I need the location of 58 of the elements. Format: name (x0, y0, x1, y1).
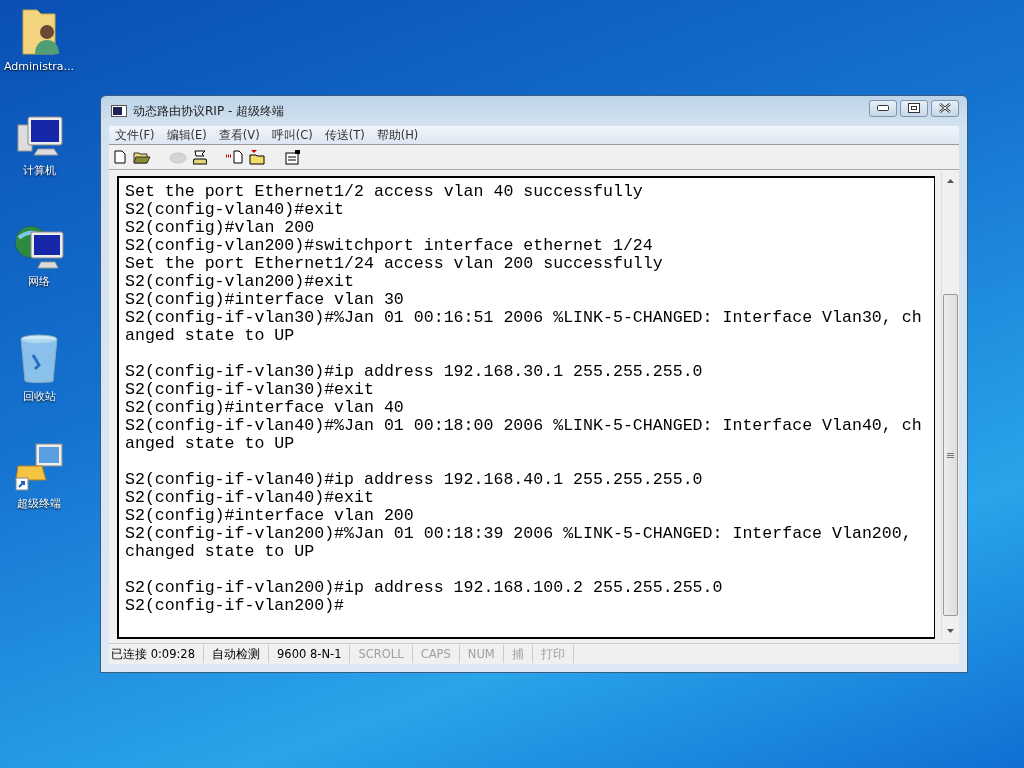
menu-item[interactable]: 编辑(E) (160, 127, 213, 143)
window-title: 动态路由协议RIP - 超级终端 (133, 102, 286, 120)
terminal-line: S2(config-if-vlan200)# (125, 597, 346, 615)
terminal-line: S2(config-vlan200)#exit (125, 273, 356, 291)
scroll-up-icon[interactable] (947, 178, 954, 183)
send-file-icon[interactable] (225, 150, 243, 164)
minimize-button[interactable] (869, 99, 897, 117)
desktop-icon-label[interactable]: 计算机 (22, 163, 56, 178)
terminal-line: S2(config-vlan40)#exit (125, 201, 346, 219)
desktop-icon-label[interactable]: 网络 (28, 274, 50, 289)
terminal-line: S2(config-if-vlan30)#ip address 192.168.30.1 255.255.255.0 (125, 363, 704, 381)
close-button[interactable] (931, 99, 959, 117)
status-bar-item: 捕 (503, 645, 533, 663)
menu-item[interactable]: 帮助(H) (370, 127, 425, 143)
status-bar-item: 已连接 0:09:28 (109, 645, 204, 663)
status-bar-item: CAPS (412, 645, 460, 663)
network-icon (13, 224, 65, 270)
terminal-line: S2(config-if-vlan40)#exit (125, 489, 375, 507)
minimize-icon (877, 105, 889, 111)
telephone-computer-icon (14, 442, 64, 492)
terminal-line: S2(config-if-vlan40)#ip address 192.168.40.1 255.255.255.0 (125, 471, 704, 489)
terminal-line: S2(config)#vlan 200 (125, 219, 316, 237)
scrollbar-thumb[interactable] (943, 294, 958, 616)
grip-icon (947, 452, 954, 458)
terminal-line: Set the port Ethernet1/24 access vlan 200 successfully (125, 255, 664, 273)
terminal-line: S2(config-vlan200)#switchport interface ethernet 1/24 (125, 237, 654, 255)
terminal-line: S2(config-if-vlan30)#%Jan 01 00:16:51 2006 %LINK-5-CHANGED: Interface Vlan30, changed state to UP (125, 309, 922, 345)
menu-item[interactable]: 文件(F) (109, 127, 161, 143)
menu-item[interactable]: 查看(V) (212, 127, 266, 143)
maximize-button[interactable] (900, 99, 928, 117)
terminal-line: S2(config-if-vlan40)#%Jan 01 00:18:00 2006 %LINK-5-CHANGED: Interface Vlan40, changed state to UP (125, 417, 922, 453)
status-bar-item: 自动检测 (204, 645, 269, 663)
terminal-line: S2(config)#interface vlan 30 (125, 291, 405, 309)
terminal-app-icon (111, 105, 127, 117)
receive-file-icon[interactable] (249, 149, 267, 165)
new-file-icon[interactable] (113, 150, 127, 164)
desktop-icon-label[interactable]: 超级终端 (17, 496, 61, 511)
status-bar-item: 打印 (532, 645, 574, 663)
terminal-line: S2(config-if-vlan200)#ip address 192.168.100.2 255.255.255.0 (125, 579, 724, 597)
status-bar-item: NUM (459, 645, 504, 663)
restore-icon (908, 103, 920, 113)
status-bar-item: 9600 8-N-1 (269, 645, 351, 663)
recycle-bin-icon (19, 333, 59, 385)
desktop-icon-label[interactable]: 回收站 (22, 389, 56, 404)
menu-item[interactable]: 传送(T) (318, 127, 371, 143)
properties-icon[interactable] (285, 149, 301, 165)
scroll-down-icon[interactable] (947, 628, 954, 633)
terminal-line: S2(config-if-vlan30)#exit (125, 381, 375, 399)
close-icon (938, 103, 952, 113)
computer-icon (14, 115, 64, 159)
terminal-line: S2(config-if-vlan200)#%Jan 01 00:18:39 2006 %LINK-5-CHANGED: Interface Vlan200, changed state to UP (125, 525, 913, 561)
terminal-line: S2(config)#interface vlan 200 (125, 507, 415, 525)
terminal-line: S2(config)#interface vlan 40 (125, 399, 405, 417)
desktop-icon-label[interactable]: Administra... (4, 60, 74, 73)
menu-item[interactable]: 呼叫(C) (265, 127, 319, 143)
status-bar-item: SCROLL (350, 645, 413, 663)
open-folder-icon[interactable] (133, 150, 151, 164)
terminal-line: Set the port Ethernet1/2 access vlan 40 successfully (125, 183, 644, 201)
